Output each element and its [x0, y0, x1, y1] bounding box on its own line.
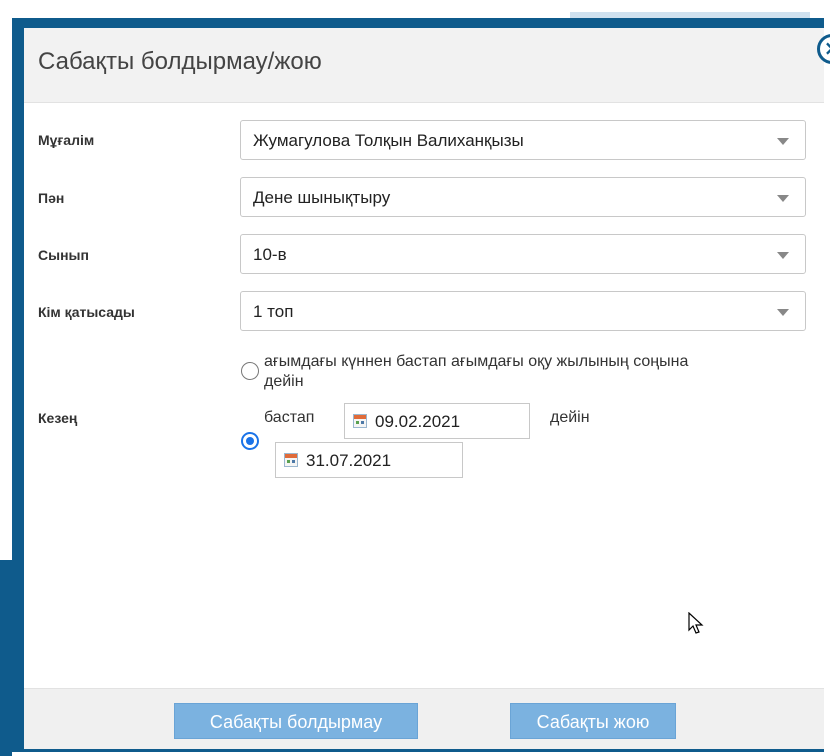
- chevron-down-icon: [777, 252, 789, 259]
- dialog: Сабақты болдырмау/жою Мұғалім Жумагулова…: [24, 28, 824, 749]
- class-select[interactable]: 10-в: [240, 234, 806, 274]
- teacher-label: Мұғалім: [38, 132, 95, 148]
- participants-label: Кім қатысады: [38, 304, 135, 320]
- participants-value: 1 топ: [253, 302, 294, 321]
- date-from-value: 09.02.2021: [375, 412, 461, 431]
- class-label: Сынып: [38, 247, 89, 263]
- radio-date-range[interactable]: [241, 432, 259, 450]
- option-current-year-line2: дейін: [264, 373, 304, 390]
- subject-label: Пән: [38, 190, 65, 206]
- date-to-input[interactable]: 31.07.2021: [275, 442, 463, 478]
- calendar-icon[interactable]: [353, 414, 367, 428]
- dialog-frame: Сабақты болдырмау/жою Мұғалім Жумагулова…: [12, 18, 830, 752]
- participants-select[interactable]: 1 топ: [240, 291, 806, 331]
- delete-lesson-button[interactable]: Сабақты жою: [510, 703, 676, 739]
- backdrop-left-edge: [0, 560, 12, 756]
- subject-select[interactable]: Дене шынықтыру: [240, 177, 806, 217]
- chevron-down-icon: [777, 195, 789, 202]
- cancel-lesson-button[interactable]: Сабақты болдырмау: [174, 703, 418, 739]
- dialog-footer: Сабақты болдырмау Сабақты жою: [24, 688, 824, 749]
- teacher-value: Жумагулова Толқын Валиханқызы: [253, 131, 524, 150]
- dialog-title: Сабақты болдырмау/жою: [38, 48, 322, 75]
- radio-current-year[interactable]: [241, 362, 259, 380]
- calendar-icon[interactable]: [284, 453, 298, 467]
- option-current-year-line1: ағымдағы күннен бастап ағымдағы оқу жылы…: [264, 353, 689, 370]
- subject-value: Дене шынықтыру: [253, 188, 391, 207]
- mouse-cursor-icon: [688, 611, 704, 641]
- chevron-down-icon: [777, 138, 789, 145]
- range-to-label: дейін: [550, 409, 590, 426]
- date-from-input[interactable]: 09.02.2021: [344, 403, 530, 439]
- class-value: 10-в: [253, 245, 287, 264]
- period-label: Кезең: [38, 410, 78, 426]
- dialog-header: Сабақты болдырмау/жою: [24, 28, 824, 103]
- date-to-value: 31.07.2021: [306, 451, 392, 470]
- teacher-select[interactable]: Жумагулова Толқын Валиханқызы: [240, 120, 806, 160]
- range-from-label: бастап: [264, 409, 315, 426]
- backdrop-top: [0, 0, 830, 18]
- chevron-down-icon: [777, 309, 789, 316]
